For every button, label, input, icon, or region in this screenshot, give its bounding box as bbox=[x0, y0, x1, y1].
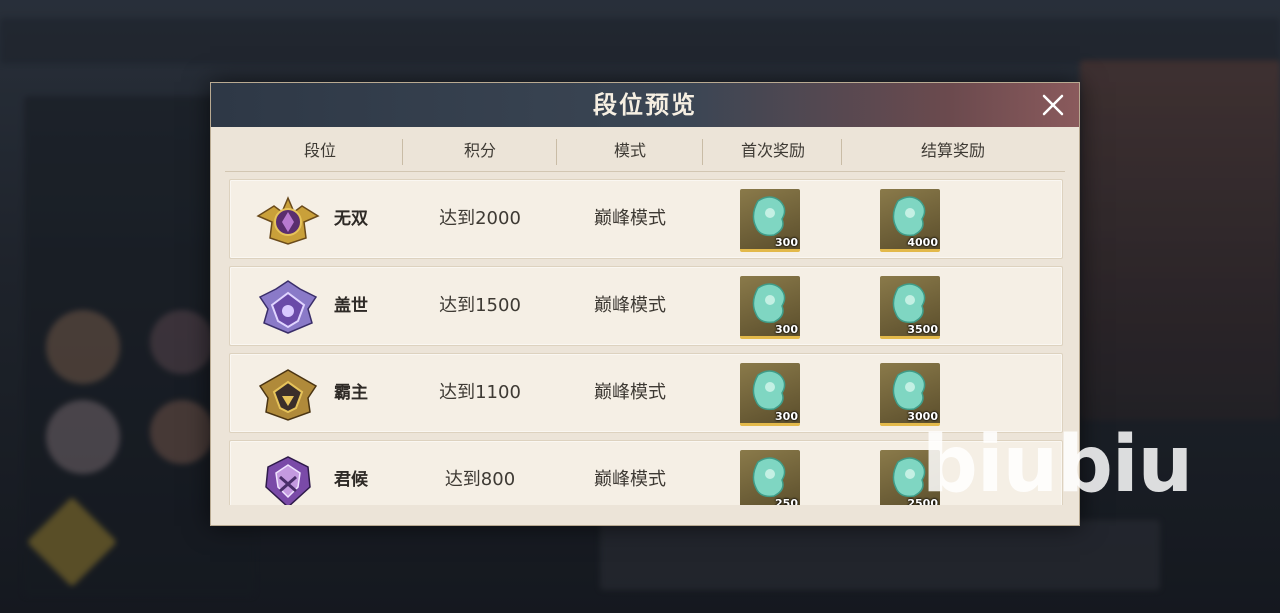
rank-gaishi-badge-icon bbox=[258, 280, 318, 334]
column-divider bbox=[841, 139, 842, 165]
column-divider bbox=[556, 139, 557, 165]
column-header-rank: 段位 bbox=[303, 141, 336, 160]
rank-score: 达到1100 bbox=[439, 382, 521, 403]
reward-quantity: 300 bbox=[775, 323, 798, 336]
reward-quantity: 300 bbox=[775, 410, 798, 423]
close-button[interactable] bbox=[1039, 91, 1067, 119]
close-icon bbox=[1042, 94, 1064, 116]
reward-quantity: 300 bbox=[775, 236, 798, 249]
rank-wushuang-badge-icon bbox=[256, 196, 320, 245]
rank-mode: 巅峰模式 bbox=[594, 208, 666, 229]
modal-title: 段位预览 bbox=[593, 90, 697, 119]
table-header: 段位 积分 模式 首次奖励 结算奖励 bbox=[225, 131, 1065, 172]
column-divider bbox=[402, 139, 403, 165]
settle-reward-item[interactable]: 3000 bbox=[880, 363, 940, 426]
rank-mode: 巅峰模式 bbox=[594, 382, 666, 403]
first-reward-item[interactable]: 300 bbox=[740, 189, 800, 252]
rank-mode: 巅峰模式 bbox=[594, 295, 666, 316]
jade-token-icon bbox=[892, 196, 926, 237]
first-reward-item[interactable]: 300 bbox=[740, 363, 800, 426]
jade-token-icon bbox=[752, 196, 786, 237]
jade-token-icon bbox=[892, 370, 926, 411]
jade-token-icon bbox=[892, 283, 926, 324]
rank-score: 达到1500 bbox=[439, 295, 521, 316]
rank-name: 霸主 bbox=[334, 383, 368, 403]
column-header-settle-reward: 结算奖励 bbox=[920, 141, 985, 160]
jade-token-icon bbox=[752, 457, 786, 498]
first-reward-item[interactable]: 250 bbox=[740, 450, 800, 505]
rank-name: 君候 bbox=[334, 470, 368, 490]
rank-score: 达到800 bbox=[444, 469, 516, 490]
rank-score: 达到2000 bbox=[439, 208, 521, 229]
watermark: biubiu bbox=[922, 420, 1193, 510]
settle-reward-item[interactable]: 4000 bbox=[880, 189, 940, 252]
jade-token-icon bbox=[752, 283, 786, 324]
reward-quantity: 4000 bbox=[907, 236, 938, 249]
column-header-mode: 模式 bbox=[613, 141, 646, 160]
rank-junhou-badge-icon bbox=[265, 456, 311, 505]
rank-row: 无双 达到2000 巅峰模式 300 4000 bbox=[229, 179, 1063, 259]
rank-name: 无双 bbox=[334, 209, 368, 229]
settle-reward-item[interactable]: 3500 bbox=[880, 276, 940, 339]
column-header-score: 积分 bbox=[463, 141, 496, 160]
jade-token-icon bbox=[752, 370, 786, 411]
column-divider bbox=[702, 139, 703, 165]
first-reward-item[interactable]: 300 bbox=[740, 276, 800, 339]
reward-quantity: 250 bbox=[775, 497, 798, 505]
column-header-first-reward: 首次奖励 bbox=[740, 141, 805, 160]
rank-name: 盖世 bbox=[334, 296, 368, 316]
rank-mode: 巅峰模式 bbox=[594, 469, 666, 490]
reward-quantity: 3500 bbox=[907, 323, 938, 336]
rank-row: 盖世 达到1500 巅峰模式 300 3500 bbox=[229, 266, 1063, 346]
rank-bazhu-badge-icon bbox=[258, 369, 318, 421]
